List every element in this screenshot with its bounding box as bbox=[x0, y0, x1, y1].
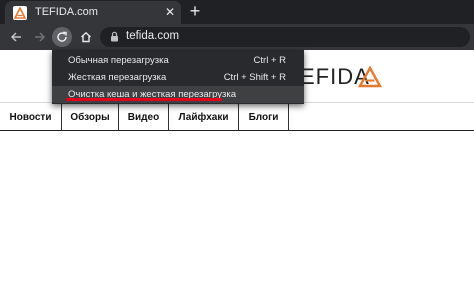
logo-triangle-icon bbox=[358, 66, 382, 88]
reload-button[interactable] bbox=[52, 27, 72, 47]
menu-item-hard-reload[interactable]: Жесткая перезагрузка Ctrl + Shift + R bbox=[52, 69, 304, 86]
back-button[interactable] bbox=[6, 27, 26, 47]
site-nav: Новости Обзоры Видео Лайфхаки Блоги bbox=[0, 104, 289, 130]
new-tab-button[interactable]: + bbox=[186, 2, 204, 21]
home-icon bbox=[81, 31, 91, 43]
home-button[interactable] bbox=[76, 27, 96, 47]
menu-item-shortcut: Ctrl + R bbox=[253, 55, 286, 66]
menu-item-normal-reload[interactable]: Обычная перезагрузка Ctrl + R bbox=[52, 52, 304, 69]
tab-strip: TEFIDA.com ✕ + bbox=[0, 0, 474, 24]
nav-item-blogs[interactable]: Блоги bbox=[239, 104, 289, 130]
menu-item-label: Жесткая перезагрузка bbox=[68, 72, 167, 83]
menu-item-label: Обычная перезагрузка bbox=[68, 55, 169, 66]
lock-icon bbox=[111, 31, 118, 42]
nav-item-video[interactable]: Видео bbox=[119, 104, 169, 130]
reload-context-menu: Обычная перезагрузка Ctrl + R Жесткая пе… bbox=[52, 50, 304, 104]
browser-tab[interactable]: TEFIDA.com ✕ bbox=[5, 1, 181, 24]
nav-bottom-divider bbox=[0, 130, 474, 131]
browser-toolbar: tefida.com bbox=[0, 24, 474, 50]
back-arrow-icon bbox=[10, 32, 21, 42]
reload-icon bbox=[57, 31, 67, 42]
forward-arrow-icon bbox=[35, 32, 46, 42]
nav-item-reviews[interactable]: Обзоры bbox=[62, 104, 119, 130]
nav-item-news[interactable]: Новости bbox=[0, 104, 62, 130]
forward-button[interactable] bbox=[30, 27, 50, 47]
menu-item-shortcut: Ctrl + Shift + R bbox=[223, 72, 286, 83]
highlight-underline bbox=[66, 98, 222, 101]
address-url: tefida.com bbox=[126, 30, 180, 42]
tab-close-icon[interactable]: ✕ bbox=[163, 5, 177, 19]
tab-title: TEFIDA.com bbox=[35, 6, 98, 18]
address-bar[interactable]: tefida.com bbox=[100, 27, 470, 47]
nav-item-lifehacks[interactable]: Лайфхаки bbox=[169, 104, 239, 130]
site-favicon-icon bbox=[13, 6, 27, 20]
